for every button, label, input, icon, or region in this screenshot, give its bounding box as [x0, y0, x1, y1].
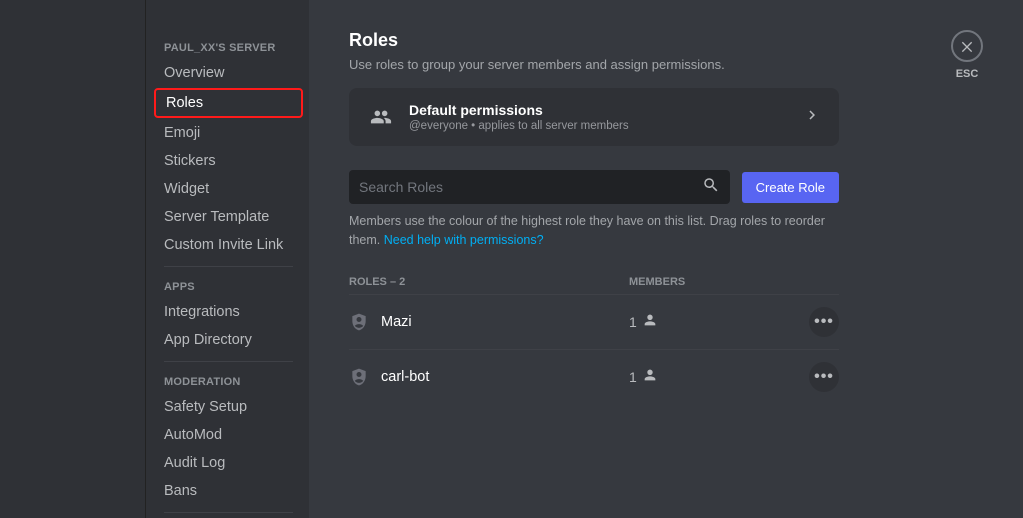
- roles-table-header: ROLES – 2 MEMBERS: [349, 270, 839, 294]
- divider: [164, 361, 293, 362]
- search-icon: [702, 176, 720, 199]
- divider: [164, 512, 293, 513]
- people-icon: [367, 103, 395, 131]
- person-icon: [642, 367, 658, 386]
- page-subtitle: Use roles to group your server members a…: [349, 57, 983, 72]
- more-button[interactable]: •••: [809, 307, 839, 337]
- create-role-button[interactable]: Create Role: [742, 172, 839, 203]
- sidebar-item-automod[interactable]: AutoMod: [154, 422, 303, 448]
- divider: [164, 266, 293, 267]
- sidebar-item-audit-log[interactable]: Audit Log: [154, 450, 303, 476]
- shield-icon: [349, 367, 369, 387]
- roles-count-label: ROLES – 2: [349, 276, 629, 288]
- sidebar-item-widget[interactable]: Widget: [154, 176, 303, 202]
- member-count: 1: [629, 369, 637, 385]
- search-box[interactable]: [349, 170, 730, 204]
- help-text: Members use the colour of the highest ro…: [349, 212, 839, 250]
- role-name: carl-bot: [381, 369, 429, 385]
- more-button[interactable]: •••: [809, 362, 839, 392]
- left-gutter: [0, 0, 146, 518]
- sidebar-item-server-template[interactable]: Server Template: [154, 204, 303, 230]
- sidebar-item-overview[interactable]: Overview: [154, 60, 303, 86]
- search-input[interactable]: [359, 179, 702, 195]
- default-permissions-card[interactable]: Default permissions @everyone • applies …: [349, 88, 839, 146]
- role-row[interactable]: carl-bot 1 •••: [349, 349, 839, 404]
- chevron-right-icon: [803, 106, 821, 129]
- role-row[interactable]: Mazi 1 •••: [349, 294, 839, 349]
- help-link[interactable]: Need help with permissions?: [384, 233, 544, 247]
- sidebar-item-custom-invite-link[interactable]: Custom Invite Link: [154, 232, 303, 258]
- default-permissions-subtitle: @everyone • applies to all server member…: [409, 120, 803, 132]
- default-permissions-title: Default permissions: [409, 102, 803, 118]
- sidebar-item-bans[interactable]: Bans: [154, 478, 303, 504]
- sidebar-item-stickers[interactable]: Stickers: [154, 148, 303, 174]
- sidebar-item-roles[interactable]: Roles: [154, 88, 303, 118]
- role-name: Mazi: [381, 314, 412, 330]
- sidebar-item-emoji[interactable]: Emoji: [154, 120, 303, 146]
- member-count: 1: [629, 314, 637, 330]
- settings-sidebar: PAUL_XX'S SERVER Overview Roles Emoji St…: [146, 0, 309, 518]
- sidebar-item-safety-setup[interactable]: Safety Setup: [154, 394, 303, 420]
- sidebar-heading-moderation: MODERATION: [154, 370, 303, 394]
- close-label: ESC: [951, 68, 983, 80]
- main-content: ESC Roles Use roles to group your server…: [309, 0, 1023, 518]
- close-icon: [951, 30, 983, 62]
- sidebar-heading-apps: APPS: [154, 275, 303, 299]
- sidebar-heading-server: PAUL_XX'S SERVER: [154, 36, 303, 60]
- shield-icon: [349, 312, 369, 332]
- page-title: Roles: [349, 30, 983, 51]
- search-row: Create Role: [349, 170, 839, 204]
- person-icon: [642, 312, 658, 331]
- sidebar-item-integrations[interactable]: Integrations: [154, 299, 303, 325]
- sidebar-item-app-directory[interactable]: App Directory: [154, 327, 303, 353]
- close-button[interactable]: ESC: [951, 30, 983, 80]
- members-label: MEMBERS: [629, 276, 839, 288]
